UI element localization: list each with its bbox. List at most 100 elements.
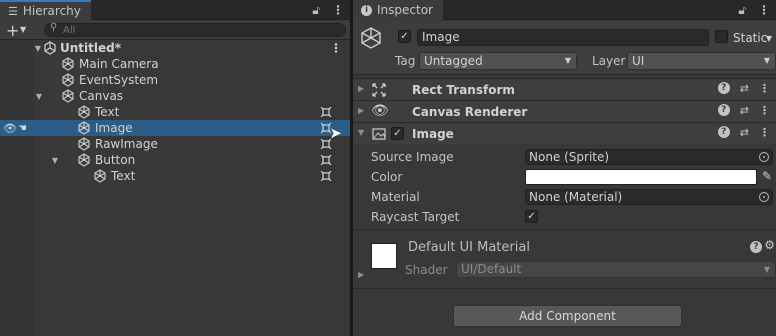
raycast-target-checkbox[interactable]: ✓ xyxy=(525,210,538,223)
source-image-label: Source Image xyxy=(371,150,454,164)
gear-icon[interactable]: ⚙ xyxy=(764,238,775,252)
material-swatch xyxy=(371,243,397,269)
component-menu-icon[interactable]: ⋮ xyxy=(759,126,770,139)
eyedropper-icon[interactable]: ✎ xyxy=(762,169,772,183)
source-image-value: None (Sprite) xyxy=(529,150,610,164)
tab-inspector[interactable]: i Inspector xyxy=(353,0,443,20)
gameobject-cube-icon xyxy=(62,73,74,87)
component-title: Image xyxy=(412,126,454,141)
expand-arrow-icon[interactable]: ▼ xyxy=(50,156,60,165)
pick-hand-icon[interactable]: ☚ xyxy=(18,123,27,134)
more-menu-icon[interactable]: ⋮ xyxy=(332,3,344,18)
help-icon[interactable]: ? xyxy=(750,241,762,253)
object-picker-icon[interactable] xyxy=(759,192,769,202)
more-menu-icon[interactable]: ⋮ xyxy=(758,3,770,18)
component-image[interactable]: ▼ ✓ Image ? ⇄ ⋮ xyxy=(353,122,776,144)
gameobject-cube-icon xyxy=(78,105,90,119)
static-dropdown-icon[interactable]: ▼ xyxy=(766,34,772,43)
component-title: Canvas Renderer xyxy=(412,104,528,119)
source-image-field[interactable]: None (Sprite) xyxy=(525,149,773,165)
visibility-eye-icon[interactable]: 👁︎ xyxy=(3,122,17,135)
expand-arrow-icon[interactable]: ▼ xyxy=(33,44,43,53)
hierarchy-item[interactable]: RawImage xyxy=(0,136,350,152)
help-icon[interactable]: ? xyxy=(717,126,730,138)
image-component-icon xyxy=(372,128,386,140)
component-canvas-renderer[interactable]: ▶ 👁︎ Canvas Renderer ? ⇄ ⋮ xyxy=(353,100,776,122)
hierarchy-item[interactable]: ▼ Canvas xyxy=(0,88,350,104)
object-picker-icon[interactable] xyxy=(759,152,769,162)
fold-arrow-icon[interactable]: ▶ xyxy=(358,106,364,115)
gameobject-cube-icon xyxy=(361,27,381,49)
gameobject-cube-icon xyxy=(62,89,74,103)
image-enabled-checkbox[interactable]: ✓ xyxy=(391,127,404,140)
chevron-down-icon: ▼ xyxy=(763,265,770,274)
hierarchy-item[interactable]: Text xyxy=(0,168,350,184)
hierarchy-item[interactable]: Text xyxy=(0,104,350,120)
presets-icon[interactable]: ⇄ xyxy=(740,126,749,139)
component-menu-icon[interactable]: ⋮ xyxy=(759,82,770,95)
unity-scene-icon xyxy=(44,41,56,55)
scene-menu-icon[interactable]: ⋮ xyxy=(330,41,342,55)
tag-value: Untagged xyxy=(424,54,483,68)
tag-label: Tag xyxy=(395,54,416,68)
fold-arrow-icon[interactable]: ▼ xyxy=(358,128,364,137)
eye-icon: 👁︎ xyxy=(371,103,389,119)
lock-icon[interactable]: 🔓︎ xyxy=(738,3,746,18)
search-icon: ⚲ xyxy=(50,22,58,33)
help-icon[interactable]: ? xyxy=(717,104,730,116)
create-plus-icon[interactable]: + xyxy=(6,21,19,40)
material-value: None (Material) xyxy=(529,190,623,204)
fold-arrow-icon[interactable]: ▶ xyxy=(358,84,364,93)
component-rect-transform[interactable]: ▶ Rect Transform ? ⇄ ⋮ xyxy=(353,78,776,100)
presets-icon[interactable]: ⇄ xyxy=(740,104,749,117)
hierarchy-search[interactable]: ⚲ xyxy=(44,22,346,37)
lock-icon[interactable]: 🔓︎ xyxy=(312,3,320,18)
color-label: Color xyxy=(371,170,403,184)
component-menu-icon[interactable]: ⋮ xyxy=(759,104,770,117)
tag-dropdown[interactable]: Untagged ▼ xyxy=(419,52,577,70)
hierarchy-item[interactable]: ▼ Button xyxy=(0,152,350,168)
gameobject-cube-icon xyxy=(62,57,74,71)
material-field[interactable]: None (Material) xyxy=(525,189,773,205)
gameobject-cube-icon xyxy=(78,121,90,135)
active-checkbox[interactable]: ✓ xyxy=(398,30,411,43)
expand-arrow-icon[interactable]: ▼ xyxy=(34,92,44,101)
hierarchy-toolbar: + ▼ ⚲ xyxy=(0,20,350,40)
gameobject-cube-icon xyxy=(94,169,106,183)
static-label: Static xyxy=(733,31,768,45)
hierarchy-item[interactable]: EventSystem xyxy=(0,72,350,88)
rect-transform-icon xyxy=(372,83,386,97)
shader-dropdown[interactable]: UI/Default ▼ xyxy=(456,261,776,278)
tab-hierarchy[interactable]: ☰ Hierarchy xyxy=(0,0,91,20)
chevron-down-icon[interactable]: ▼ xyxy=(20,25,26,34)
tab-hierarchy-label: Hierarchy xyxy=(22,4,81,18)
rect-transform-icon xyxy=(320,170,332,182)
hierarchy-item-label: Canvas xyxy=(79,89,124,103)
scene-row[interactable]: ▼ Untitled* ⋮ xyxy=(0,40,350,56)
static-checkbox[interactable] xyxy=(715,30,728,43)
color-field[interactable] xyxy=(525,169,757,185)
inspector-panel: i Inspector 🔓︎ ⋮ ✓ Image Static ▼ Tag Un… xyxy=(353,0,776,336)
fold-arrow-icon[interactable]: ▶ xyxy=(358,270,364,279)
hierarchy-item[interactable]: Main Camera xyxy=(0,56,350,72)
add-component-button[interactable]: Add Component xyxy=(453,305,682,327)
scene-label: Untitled* xyxy=(60,41,121,55)
presets-icon[interactable]: ⇄ xyxy=(740,82,749,95)
help-icon[interactable]: ? xyxy=(717,82,730,94)
object-header: ✓ Image Static ▼ Tag Untagged ▼ Layer UI… xyxy=(353,21,776,75)
layer-dropdown[interactable]: UI ▼ xyxy=(627,52,776,70)
rect-transform-icon xyxy=(320,154,332,166)
hierarchy-item[interactable]: 👁︎ ☚ Image ➤ xyxy=(0,120,350,142)
rect-transform-icon xyxy=(320,138,332,150)
hierarchy-item-label: Main Camera xyxy=(79,57,159,71)
search-input[interactable] xyxy=(63,24,323,36)
material-label: Material xyxy=(371,190,420,204)
hierarchy-item-label: EventSystem xyxy=(79,73,159,87)
hierarchy-tabbar: ☰ Hierarchy 🔓︎ ⋮ xyxy=(0,0,350,20)
material-name: Default UI Material xyxy=(408,240,530,255)
gameobject-cube-icon xyxy=(78,137,90,151)
material-preview-block: Default UI Material Shader UI/Default ▼ … xyxy=(353,229,776,289)
inspector-tabbar: i Inspector 🔓︎ ⋮ xyxy=(353,0,776,20)
object-name-field[interactable]: Image xyxy=(417,29,709,46)
raycast-target-label: Raycast Target xyxy=(371,210,460,224)
